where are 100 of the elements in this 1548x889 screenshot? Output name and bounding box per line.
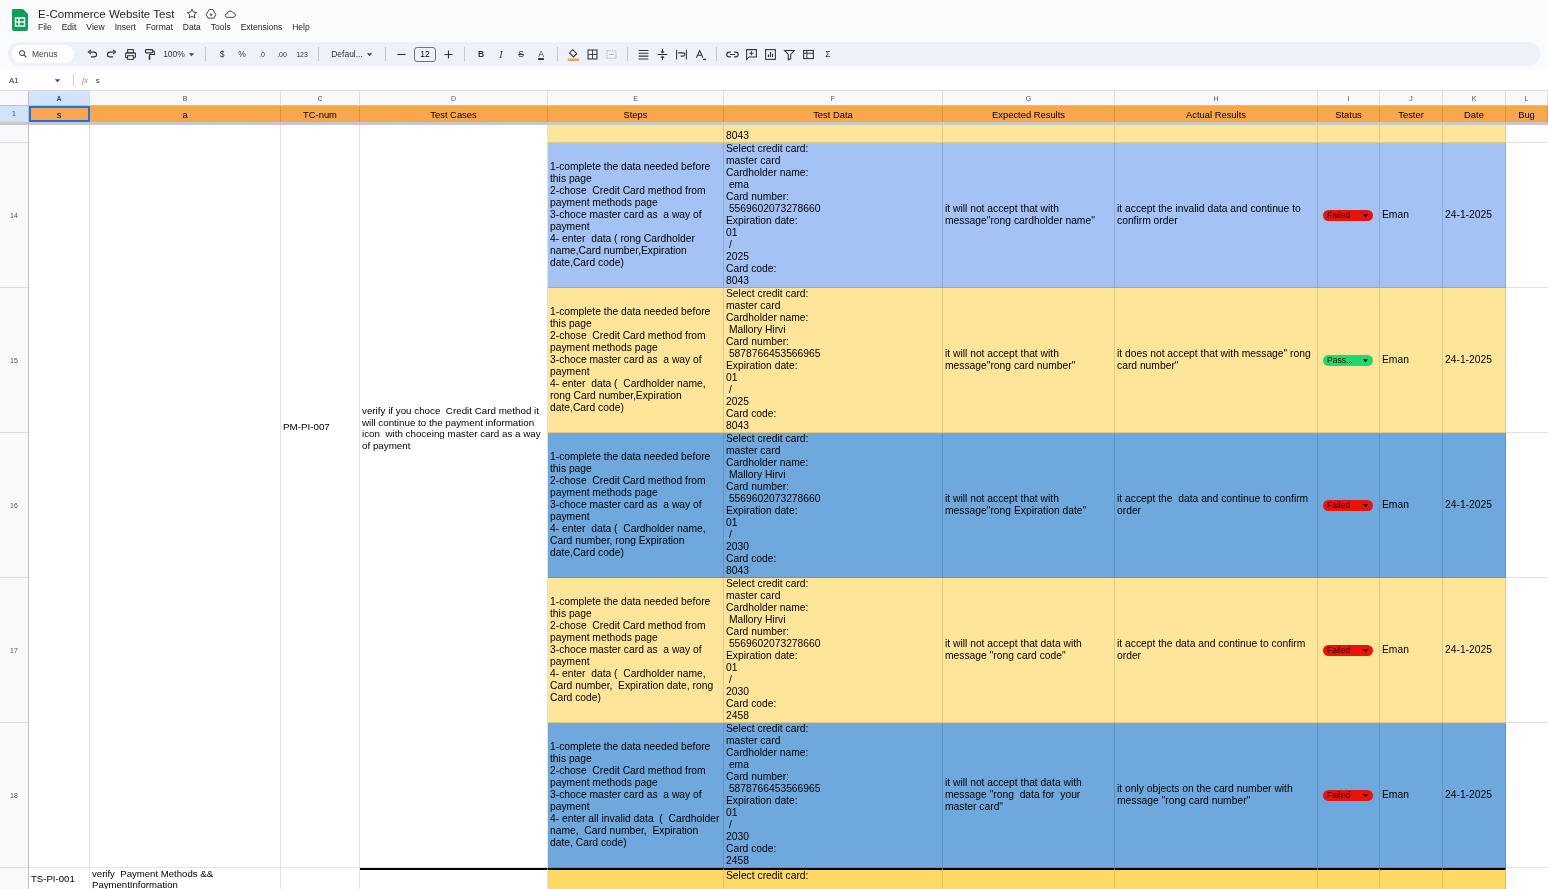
menu-item[interactable]: Help [292,22,310,32]
caret-icon [1362,501,1369,509]
text-wrap-icon[interactable] [675,47,688,61]
table-cell: Eman [1380,143,1443,288]
filter-icon[interactable] [783,47,796,61]
table-cell: 8043 [724,125,943,143]
print-icon[interactable] [124,47,137,61]
table-cell: it only objects on the card number with message "rong card number" [1115,723,1318,868]
caret-icon [1362,791,1369,799]
table-cell: 24-1-2025 [1443,288,1506,433]
font-size-field[interactable]: 12 [414,46,436,62]
menu-search-field[interactable]: Menus [12,45,74,63]
header-cell: Expected Results [943,106,1115,122]
align-icon[interactable] [637,47,650,61]
table-cell: it accept the data and continue to confirm order [1115,578,1318,723]
status-chip[interactable]: Failed [1323,209,1373,221]
menu-item[interactable]: File [38,22,52,32]
caret-icon [1362,356,1369,364]
text-color-button[interactable]: A [534,46,548,62]
menu-item[interactable]: Data [182,22,201,32]
menu-item[interactable]: Edit [61,22,77,32]
paint-roller-icon[interactable] [143,47,156,61]
undo-icon[interactable] [86,47,99,61]
table-cell: Select credit card: master card Cardholder name: ema Card number: 5569602073278660 Expiration date: 01 / 2025 Card code: 8043 [724,143,943,288]
spreadsheet-logo-icon[interactable] [12,9,28,31]
caret-icon [1362,646,1369,654]
italic-button[interactable]: I [494,46,508,62]
header-cell: Steps [548,106,724,122]
drive-icon[interactable] [205,8,218,20]
table-cell: verify Payment Methods && PaymentInformation [90,868,281,889]
comment-icon[interactable] [745,47,758,61]
vertical-align-icon[interactable] [656,47,669,61]
table-cell: Eman [1380,578,1443,723]
header-cell: a [90,106,281,122]
menu-item[interactable]: Insert [114,22,136,32]
table-cell: it will not accept that data with message "rong data for your master card" [943,723,1115,868]
font-dropdown[interactable]: Defaul... [328,46,376,62]
name-box[interactable]: A1 [0,75,67,85]
table-cell: 1-complete the data needed before this page 2-chose Credit Card method from payment methods page 3-choce master card as a way of payment 4- enter data ( rong Cardholder name,Card number,Expiration date,Card code) [548,143,724,288]
strikethrough-button[interactable]: S [514,46,528,62]
header-cell: Actual Results [1115,106,1318,122]
borders-icon[interactable] [586,47,599,61]
table-cell: Eman [1380,288,1443,433]
caret-icon [54,76,61,84]
table-cell: it will not accept that data with message "rong card code" [943,578,1115,723]
chart-icon[interactable] [764,47,777,61]
status-chip[interactable]: Failed [1323,499,1373,511]
currency-format-button[interactable]: $ [215,46,229,62]
star-icon[interactable] [186,8,199,20]
header-cell: Status [1318,106,1380,122]
table-view-icon[interactable] [802,47,815,61]
document-title[interactable]: E-Commerce Website Test [38,8,175,20]
table-cell: it will not accept that with message"rong card number" [943,288,1115,433]
table-cell: Eman [1380,433,1443,578]
zoom-dropdown[interactable]: 100% [162,46,196,62]
menu-item[interactable]: Tools [210,22,231,32]
percent-format-button[interactable]: % [235,46,249,62]
functions-button[interactable]: Σ [821,46,835,62]
table-cell: 1-complete the data needed before this page 2-chose Credit Card method from payment methods page 3-choce master card as a way of payment 4- enter data ( Cardholder name, Card number, rong Expiration date,Card code) [548,433,724,578]
header-cell: TC-num [281,106,360,122]
header-cell: Bug [1506,106,1548,122]
status-chip[interactable]: Failed [1323,644,1373,656]
table-cell: Select credit card: master card Cardholder name: ema Card number: 5878766453566965 Expiration date: 01 / 2030 Card code: 2458 [724,723,943,868]
menu-item[interactable]: Format [145,22,173,32]
status-chip[interactable]: Failed [1323,789,1373,801]
search-icon [18,49,28,59]
table-cell: TS-PI-001 [29,868,90,889]
table-cell: 1-complete the data needed before this page 2-chose Credit Card method from payment methods page 3-choce master card as a way of payment 4- enter all invalid data ( Cardholder name, Card number, Expiration date, Card code) [548,723,724,868]
caret-icon [365,50,373,58]
fill-color-icon[interactable] [567,47,580,61]
table-cell: it will not accept that with message"rong cardholder name" [943,143,1115,288]
header-cell: Tester [1380,106,1443,122]
table-cell: 24-1-2025 [1443,723,1506,868]
table-cell: Select credit card: master card Cardholder name: Mallory Hirvi Card number: 5878766453566965 Expiration date: 01 / 2025 Card code: 8043 [724,288,943,433]
bold-button[interactable]: B [474,46,488,62]
caret-icon [1362,211,1369,219]
table-cell: 24-1-2025 [1443,143,1506,288]
table-cell: Select credit card: master card Cardholder name: Mallory Hirvi Card number: 5569602073278660 Expiration date: 01 / 2030 Card code: 2458 [724,578,943,723]
menu-item[interactable]: Extensions [240,22,283,32]
status-chip[interactable]: Pass... [1323,354,1373,366]
function-label: fx [82,75,88,85]
table-cell: 24-1-2025 [1443,578,1506,723]
header-cell: Test Data [724,106,943,122]
caret-icon [187,50,195,58]
text-rotation-icon[interactable] [694,47,707,61]
redo-icon[interactable] [105,47,118,61]
merge-cells-icon[interactable] [605,47,618,61]
table-cell: 24-1-2025 [1443,433,1506,578]
plus-icon[interactable] [442,47,455,61]
cloud-icon[interactable] [224,8,237,20]
table-cell: PM-PI-007 [281,125,360,868]
table-cell: 1-complete the data needed before this page 2-chose Credit Card method from payment methods page 3-choce master card as a way of payment 4- enter data ( Cardholder name, rong Card number,Expiration date,Card code) [548,288,724,433]
table-cell: it accept the data and continue to confirm order [1115,433,1318,578]
table-cell: Select credit card: master card Cardholder name: Mallory Hirvi Card number: 5569602073278660 Expiration date: 01 / 2030 Card code: 8043 [724,433,943,578]
menu-item[interactable]: View [86,22,105,32]
header-cell: Date [1443,106,1506,122]
header-cell: s [29,106,90,122]
table-cell: 1-complete the data needed before this page 2-chose Credit Card method from payment methods page 3-choce master card as a way of payment 4- enter data ( Cardholder name, Card number, Expiration date, rong Card code) [548,578,724,723]
formula-input[interactable]: s [95,75,100,85]
table-cell: it will not accept that with message"rong Expiration date" [943,433,1115,578]
